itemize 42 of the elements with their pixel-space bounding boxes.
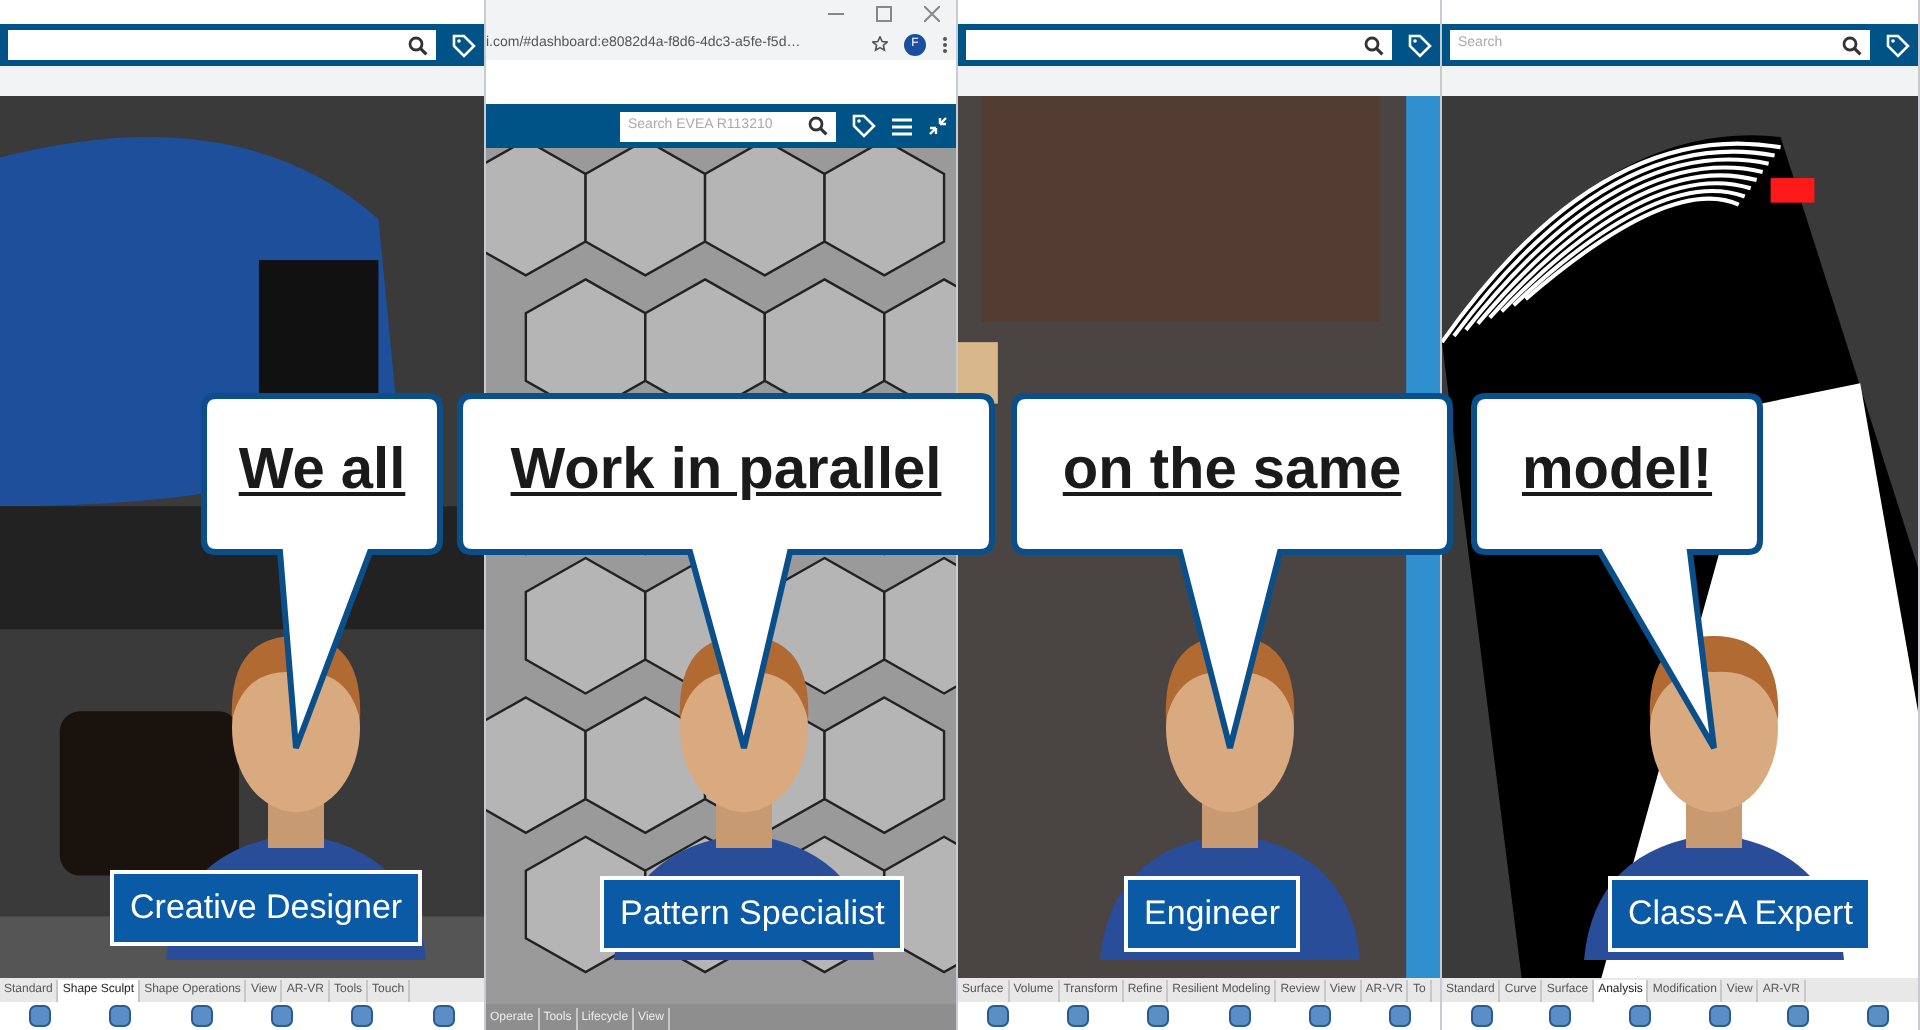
tool-icon[interactable]	[1387, 1004, 1412, 1028]
search-icon[interactable]	[1842, 35, 1862, 55]
tool-icon[interactable]	[1548, 1004, 1573, 1028]
tool-icon[interactable]	[1469, 1004, 1494, 1028]
collapse-icon[interactable]	[928, 116, 948, 136]
tag-icon[interactable]	[452, 33, 476, 57]
role-caption: Creative Designer	[110, 870, 423, 945]
close-icon[interactable]	[924, 6, 940, 22]
tool-icon[interactable]	[1066, 1004, 1091, 1028]
tool-icon[interactable]	[1628, 1004, 1653, 1028]
tool-icon[interactable]	[270, 1004, 295, 1028]
role-caption: Class-A Expert	[1608, 876, 1873, 951]
tag-icon[interactable]	[1886, 33, 1910, 57]
tool-icon[interactable]	[350, 1004, 375, 1028]
tag-icon[interactable]	[1408, 33, 1432, 57]
tool-icon[interactable]	[986, 1004, 1011, 1028]
tool-icon[interactable]	[28, 1004, 53, 1028]
search-field[interactable]	[8, 30, 436, 60]
maximize-icon[interactable]	[876, 6, 892, 22]
search-icon[interactable]	[808, 116, 828, 136]
star-icon[interactable]	[872, 36, 888, 52]
bubble-text: Work in parallel	[508, 436, 944, 506]
search-icon[interactable]	[1364, 35, 1384, 55]
tool-icon[interactable]	[108, 1004, 133, 1028]
tool-icon[interactable]	[1707, 1004, 1732, 1028]
role-caption: Pattern Specialist	[600, 876, 905, 951]
bubble-text: We all	[236, 436, 408, 506]
search-field[interactable]	[966, 30, 1392, 60]
bubble-text: model!	[1519, 436, 1715, 506]
tool-icon[interactable]	[1146, 1004, 1171, 1028]
tool-icon[interactable]	[189, 1004, 214, 1028]
tool-icon[interactable]	[1786, 1004, 1811, 1028]
menu-icon[interactable]	[892, 117, 912, 135]
role-caption: Engineer	[1124, 876, 1301, 951]
tool-icon[interactable]	[1307, 1004, 1332, 1028]
tool-icon[interactable]	[431, 1004, 456, 1028]
search-icon[interactable]	[408, 35, 428, 55]
tool-icon[interactable]	[1227, 1004, 1252, 1028]
bubble-text: on the same	[1060, 436, 1404, 506]
more-icon[interactable]	[942, 35, 948, 53]
tool-icon[interactable]	[1866, 1004, 1891, 1028]
tag-icon[interactable]	[852, 114, 876, 138]
